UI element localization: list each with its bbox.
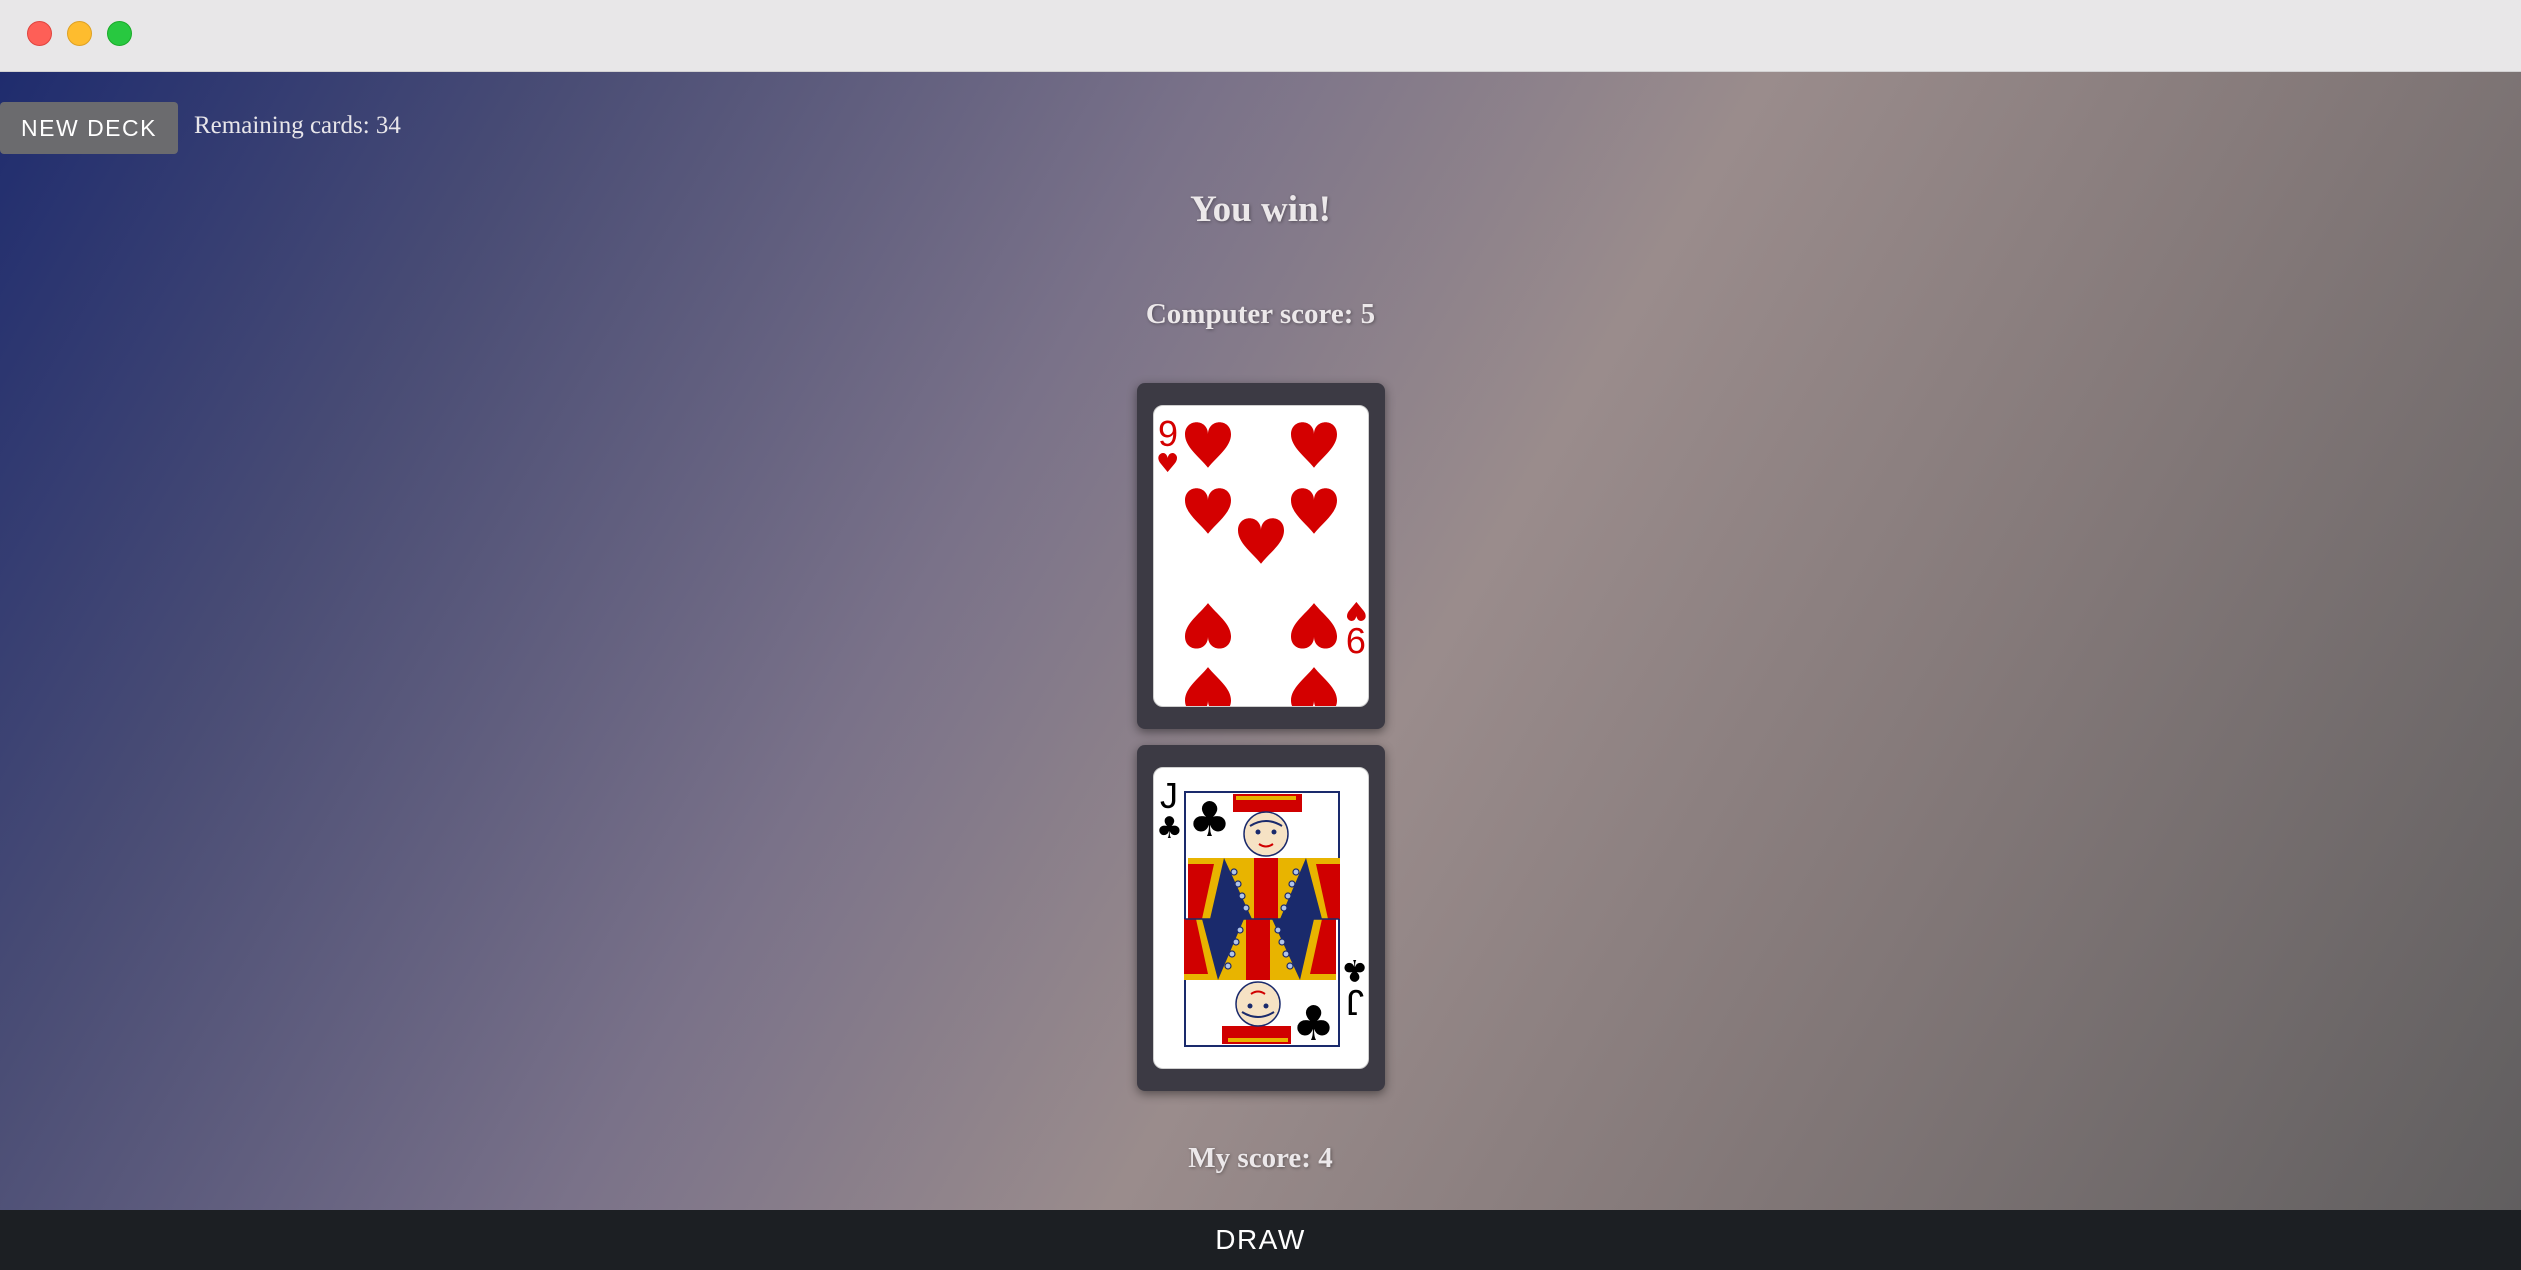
card-rank-top: J bbox=[1160, 775, 1178, 816]
game-area: NEW DECK Remaining cards: 34 You win! Co… bbox=[0, 72, 2521, 1270]
computer-score: Computer score: 5 bbox=[1145, 298, 1376, 330]
club-pip-bottom: ♣ bbox=[1292, 996, 1335, 1052]
club-pip-top: ♣ bbox=[1188, 792, 1231, 848]
maximize-window-button[interactable] bbox=[107, 21, 132, 46]
card-rank-top: 9 bbox=[1158, 413, 1178, 454]
card-rank-bottom: 9 bbox=[1346, 620, 1366, 661]
card-suit-top: ♣ bbox=[1156, 811, 1183, 846]
minimize-window-button[interactable] bbox=[67, 21, 92, 46]
my-score: My score: 4 bbox=[1188, 1142, 1333, 1174]
card-rank-bottom: J bbox=[1346, 982, 1364, 1023]
game-result: You win! bbox=[1190, 189, 1331, 230]
close-window-button[interactable] bbox=[27, 21, 52, 46]
nine-of-hearts-card-graphic: 9 ♥ 9 ♥ bbox=[1156, 413, 1368, 706]
window-titlebar bbox=[0, 0, 2521, 72]
jack-of-clubs-card-graphic: J ♣ J ♣ ♣ ♣ bbox=[1156, 775, 1368, 1052]
card-suit-bottom: ♥ bbox=[1345, 595, 1368, 625]
new-deck-button[interactable]: NEW DECK bbox=[0, 102, 178, 154]
computer-card-slot: 9 ♥ 9 ♥ bbox=[1137, 383, 1385, 729]
card-suit-top: ♥ bbox=[1156, 449, 1179, 479]
remaining-cards-text: Remaining cards: 34 bbox=[194, 112, 401, 139]
draw-button[interactable]: DRAW bbox=[0, 1210, 2521, 1270]
jack-face-artwork: ♣ ♣ bbox=[1184, 791, 1340, 1052]
player-card-jack-of-clubs: J ♣ J ♣ ♣ ♣ bbox=[1153, 767, 1369, 1069]
heart-pips bbox=[1185, 422, 1337, 706]
computer-card-nine-of-hearts: 9 ♥ 9 ♥ bbox=[1153, 405, 1369, 707]
player-card-slot: J ♣ J ♣ ♣ ♣ bbox=[1137, 745, 1385, 1091]
card-suit-bottom: ♣ bbox=[1341, 952, 1368, 987]
